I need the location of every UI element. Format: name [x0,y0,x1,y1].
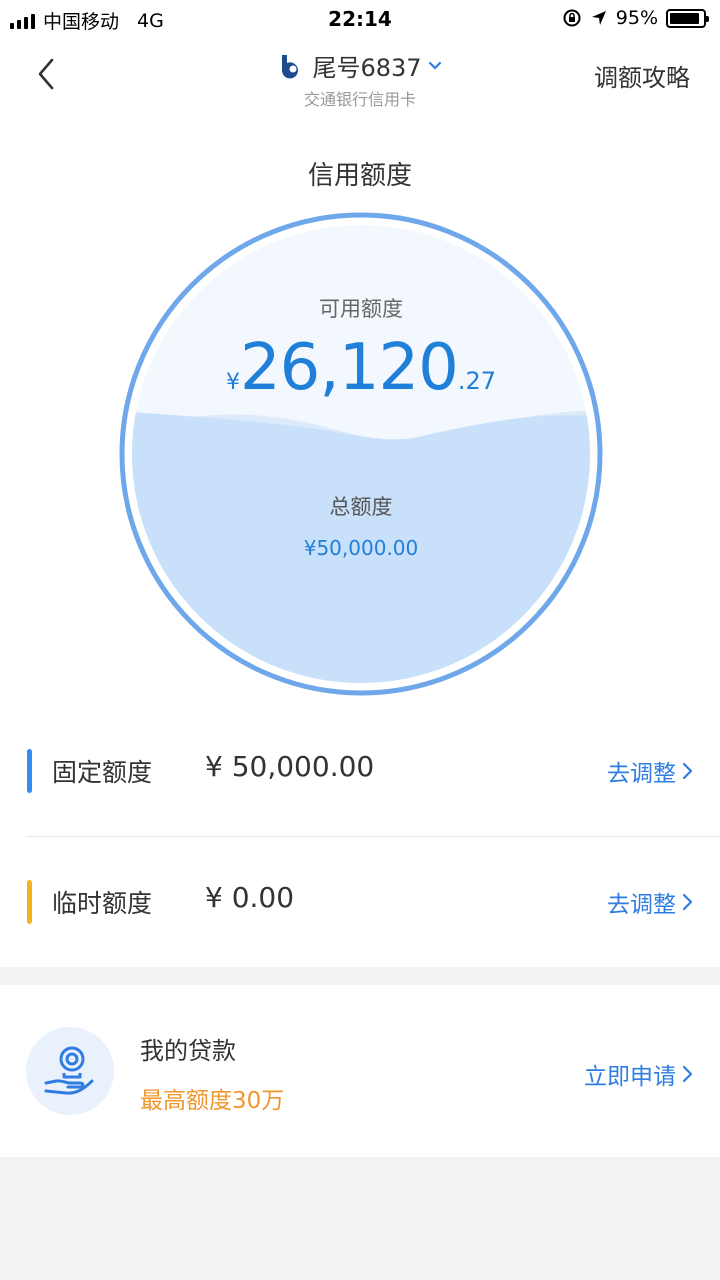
battery-icon [666,8,709,28]
fixed-limit-adjust-label: 去调整 [607,761,676,787]
bank-logo-icon [282,54,299,78]
credit-limit-title: 信用额度 [307,161,412,191]
chevron-right-icon [682,1065,693,1083]
orientation-lock-icon [563,9,581,27]
currency-symbol: ¥ [225,370,240,395]
fixed-limit-indicator [27,749,32,793]
loan-max-amount: 最高额度30万 [140,1088,285,1114]
available-credit-integer: 26,120 [239,331,459,405]
adjust-strategy-link[interactable]: 调额攻略 [594,58,690,93]
chevron-down-icon [428,61,441,70]
gauge-water-graphic [119,212,603,696]
loan-title: 我的贷款 [140,1037,236,1065]
total-credit-value: ¥50,000.00 [303,536,419,560]
credit-gauge: 可用额度 ¥26,120.27 总额度 ¥50,000.00 [118,211,604,697]
loan-hand-coin-icon [44,1046,94,1095]
card-title: 尾号6837 [312,54,422,82]
loan-icon-container [26,1027,114,1115]
total-credit-label: 总额度 [329,495,393,519]
available-credit-amount: ¥26,120.27 [118,331,604,405]
available-credit-label: 可用额度 [319,297,403,321]
temporary-limit-adjust-label: 去调整 [607,892,676,918]
battery-percent: 95% [615,7,658,29]
temporary-limit-indicator [27,880,32,924]
chevron-right-icon [682,893,693,911]
temporary-limit-amount: ¥ 0.00 [205,881,295,914]
nav-bar: 尾号6837 交通银行信用卡 调额攻略 [0,40,720,110]
chevron-right-icon [682,762,693,780]
loan-apply-label: 立即申请 [584,1064,676,1090]
fixed-limit-amount: ¥ 50,000.00 [205,750,375,783]
available-credit-decimal: .27 [457,367,497,395]
location-arrow-icon [591,11,606,25]
status-bar: 中国移动 4G 22:14 95% [0,0,720,40]
temporary-limit-row: 临时额度 ¥ 0.00 去调整 [0,837,720,967]
temporary-limit-adjust-button[interactable]: 去调整 [607,885,694,919]
status-right: 95% [562,7,709,29]
temporary-limit-label: 临时额度 [52,889,153,918]
loan-apply-button[interactable]: 立即申请 [584,1057,694,1091]
fixed-limit-row: 固定额度 ¥ 50,000.00 去调整 [0,706,720,836]
fixed-limit-label: 固定额度 [52,758,153,787]
card-title-row: 尾号6837 [278,48,441,83]
fixed-limit-adjust-button[interactable]: 去调整 [607,754,694,788]
loan-card[interactable]: 我的贷款 最高额度30万 立即申请 [0,985,720,1157]
